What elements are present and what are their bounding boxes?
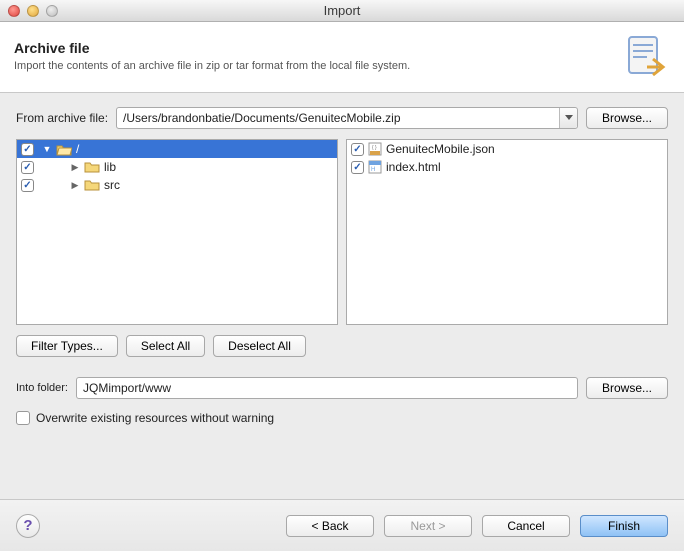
into-folder-row: Into folder: JQMimport/www Browse... bbox=[16, 377, 668, 399]
json-file-icon: { } bbox=[368, 142, 382, 156]
into-folder-label: Into folder: bbox=[16, 382, 68, 394]
window-title: Import bbox=[0, 3, 684, 18]
tree-root-checkbox[interactable] bbox=[21, 143, 34, 156]
finish-button[interactable]: Finish bbox=[580, 515, 668, 537]
file-html-checkbox[interactable] bbox=[351, 161, 364, 174]
chevron-down-icon[interactable] bbox=[559, 108, 577, 128]
overwrite-row[interactable]: Overwrite existing resources without war… bbox=[16, 411, 668, 425]
archive-path-value: /Users/brandonbatie/Documents/GenuitecMo… bbox=[123, 111, 400, 125]
tree-item-src[interactable]: ▶ src bbox=[17, 176, 337, 194]
deselect-all-button[interactable]: Deselect All bbox=[213, 335, 306, 357]
file-list-pane[interactable]: { } GenuitecMobile.json H index.html bbox=[346, 139, 668, 325]
folder-icon bbox=[84, 161, 100, 173]
tree-lib-checkbox[interactable] bbox=[21, 161, 34, 174]
filter-types-button[interactable]: Filter Types... bbox=[16, 335, 118, 357]
next-button: Next > bbox=[384, 515, 472, 537]
disclosure-right-icon[interactable]: ▶ bbox=[70, 180, 80, 191]
folder-icon bbox=[84, 179, 100, 191]
help-button[interactable]: ? bbox=[16, 514, 40, 538]
tree-item-lib[interactable]: ▶ lib bbox=[17, 158, 337, 176]
tree-root[interactable]: ▼ / bbox=[17, 140, 337, 158]
disclosure-down-icon[interactable]: ▼ bbox=[42, 144, 52, 154]
overwrite-checkbox[interactable] bbox=[16, 411, 30, 425]
browse-into-button[interactable]: Browse... bbox=[586, 377, 668, 399]
into-folder-field[interactable]: JQMimport/www bbox=[76, 377, 578, 399]
back-button[interactable]: < Back bbox=[286, 515, 374, 537]
file-json-checkbox[interactable] bbox=[351, 143, 364, 156]
overwrite-label: Overwrite existing resources without war… bbox=[36, 411, 274, 425]
import-banner-icon bbox=[622, 32, 670, 80]
svg-text:H: H bbox=[371, 167, 375, 173]
folder-tree-pane[interactable]: ▼ / ▶ lib ▶ bbox=[16, 139, 338, 325]
tree-item-label: src bbox=[104, 178, 120, 192]
folder-open-icon bbox=[56, 143, 72, 156]
content-panes: ▼ / ▶ lib ▶ bbox=[16, 139, 668, 325]
select-all-button[interactable]: Select All bbox=[126, 335, 205, 357]
html-file-icon: H bbox=[368, 160, 382, 174]
tree-src-checkbox[interactable] bbox=[21, 179, 34, 192]
file-item-html[interactable]: H index.html bbox=[347, 158, 667, 176]
page-subtitle: Import the contents of an archive file i… bbox=[14, 60, 608, 72]
archive-label: From archive file: bbox=[16, 111, 108, 125]
cancel-button[interactable]: Cancel bbox=[482, 515, 570, 537]
tree-root-label: / bbox=[76, 142, 79, 156]
archive-row: From archive file: /Users/brandonbatie/D… bbox=[16, 107, 668, 129]
into-folder-value: JQMimport/www bbox=[83, 381, 171, 395]
titlebar: Import bbox=[0, 0, 684, 22]
file-item-label: GenuitecMobile.json bbox=[386, 142, 495, 156]
browse-archive-button[interactable]: Browse... bbox=[586, 107, 668, 129]
archive-path-combo[interactable]: /Users/brandonbatie/Documents/GenuitecMo… bbox=[116, 107, 578, 129]
svg-text:{ }: { } bbox=[372, 145, 377, 151]
wizard-header: Archive file Import the contents of an a… bbox=[0, 22, 684, 93]
tree-item-label: lib bbox=[104, 160, 116, 174]
disclosure-right-icon[interactable]: ▶ bbox=[70, 162, 80, 173]
file-item-label: index.html bbox=[386, 160, 441, 174]
page-title: Archive file bbox=[14, 40, 608, 56]
wizard-body: From archive file: /Users/brandonbatie/D… bbox=[0, 93, 684, 439]
file-item-json[interactable]: { } GenuitecMobile.json bbox=[347, 140, 667, 158]
wizard-footer: ? < Back Next > Cancel Finish bbox=[0, 499, 684, 551]
selection-buttons: Filter Types... Select All Deselect All bbox=[16, 335, 668, 357]
